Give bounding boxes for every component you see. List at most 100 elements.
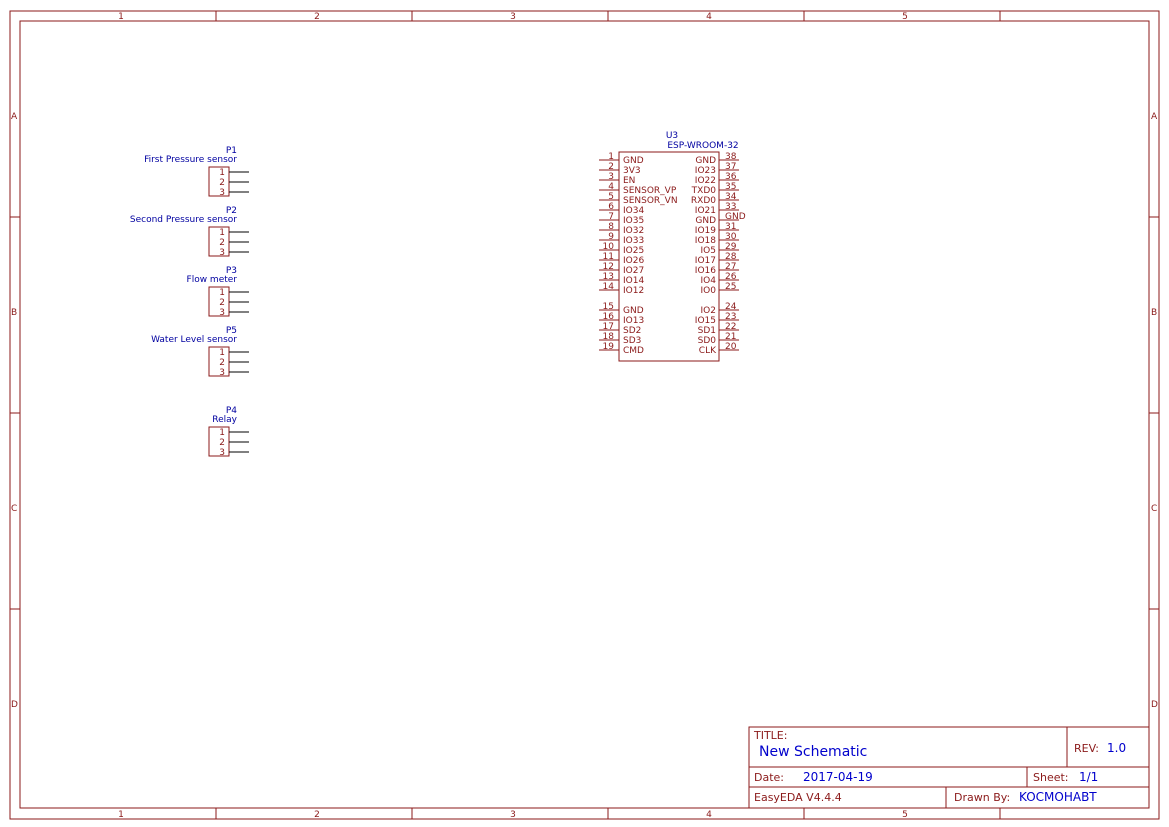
- row-label-right: A: [1151, 112, 1158, 122]
- connector-p5: P5Water Level sensor123: [151, 326, 249, 378]
- module-pin-label: IO27: [623, 266, 644, 276]
- date-value: 2017-04-19: [803, 770, 873, 784]
- module-pin-number: 10: [603, 242, 615, 252]
- module-pin-number: 30: [725, 232, 737, 242]
- connector-pin-number: 2: [219, 178, 225, 188]
- module-pin-label: IO21: [695, 206, 716, 216]
- module-pin-label: RXD0: [691, 196, 716, 206]
- title-label: TITLE:: [753, 729, 787, 742]
- drawn-by-value: KOCMOHABT: [1019, 790, 1097, 804]
- module-pin-label: IO12: [623, 286, 644, 296]
- module-pin-number: 2: [608, 162, 614, 172]
- module-pin-label: GND: [623, 306, 644, 316]
- module-pin-number: 12: [603, 262, 614, 272]
- column-label-bottom: 1: [118, 810, 124, 820]
- module-pin-number: 1: [608, 152, 614, 162]
- module-pin-label: TXD0: [691, 186, 717, 196]
- connector-name: Flow meter: [187, 275, 238, 285]
- module-pin-number: 4: [608, 182, 614, 192]
- column-label-top: 1: [118, 12, 124, 22]
- module-name: ESP-WROOM-32: [667, 141, 738, 151]
- inner-frame: [19, 20, 1150, 809]
- connector-pin-number: 3: [219, 448, 225, 458]
- module-pin-number: 13: [603, 272, 614, 282]
- connector-name: Second Pressure sensor: [130, 215, 237, 225]
- date-label: Date:: [754, 771, 784, 784]
- module-pin-label: IO15: [695, 316, 716, 326]
- module-pin-number: 33: [725, 202, 736, 212]
- module-pin-label: IO13: [623, 316, 644, 326]
- module-pin-label: IO25: [623, 246, 644, 256]
- module-pin-number: 27: [725, 262, 736, 272]
- module-pin-label: SENSOR_VN: [623, 196, 678, 206]
- module-designator: U3: [666, 131, 678, 141]
- module-pin-number: 37: [725, 162, 736, 172]
- module-pin-label: SD0: [698, 336, 717, 346]
- module-pin-number: 28: [725, 252, 737, 262]
- row-label-left: D: [11, 700, 18, 710]
- software-label: EasyEDA V4.4.4: [754, 791, 842, 804]
- rev-value: 1.0: [1107, 741, 1126, 755]
- module-pin-label: GND: [695, 156, 716, 166]
- connector-pin-number: 3: [219, 248, 225, 258]
- module-pin-label: IO16: [695, 266, 716, 276]
- module-pin-label: IO19: [695, 226, 716, 236]
- module-pin-label: IO34: [623, 206, 644, 216]
- column-label-top: 5: [902, 12, 908, 22]
- row-label-left: B: [11, 308, 17, 318]
- connector-p2: P2Second Pressure sensor123: [130, 206, 249, 258]
- module-pin-label: SD2: [623, 326, 641, 336]
- connector-pin-number: 2: [219, 358, 225, 368]
- row-label-left: C: [11, 504, 17, 514]
- module-pin-label: IO5: [701, 246, 716, 256]
- module-pin-number: 17: [603, 322, 614, 332]
- module-pin-label: IO23: [695, 166, 716, 176]
- module-pin-number: 26: [725, 272, 737, 282]
- connector-name: First Pressure sensor: [144, 155, 237, 165]
- module-pin-number: 15: [603, 302, 614, 312]
- outer-frame: [9, 10, 1160, 820]
- module-pin-number: 3: [608, 172, 614, 182]
- column-label-bottom: 3: [510, 810, 516, 820]
- row-label-right: B: [1151, 308, 1157, 318]
- rev-label: REV:: [1074, 742, 1099, 755]
- module-pin-label: IO26: [623, 256, 644, 266]
- row-label-right: C: [1151, 504, 1157, 514]
- module-pin-number: 31: [725, 222, 736, 232]
- module-pin-label: IO14: [623, 276, 644, 286]
- module-pin-label: CMD: [623, 346, 644, 356]
- title-value: New Schematic: [759, 744, 867, 760]
- module-pin-label: GND: [695, 216, 716, 226]
- module-pin-number: GND: [725, 212, 746, 222]
- module-pin-label: IO32: [623, 226, 644, 236]
- sheet-label: Sheet:: [1033, 771, 1069, 784]
- module-pin-number: 14: [603, 282, 615, 292]
- module-pin-number: 6: [608, 202, 614, 212]
- drawn-by-label: Drawn By:: [954, 791, 1010, 804]
- module-pin-label: SD3: [623, 336, 641, 346]
- column-label-bottom: 2: [314, 810, 320, 820]
- connector-pin-number: 3: [219, 308, 225, 318]
- module-pin-label: IO22: [695, 176, 716, 186]
- module-pin-label: SENSOR_VP: [623, 186, 677, 196]
- connector-p4: P4Relay123: [208, 406, 249, 458]
- column-label-top: 4: [706, 12, 712, 22]
- column-label-top: 2: [314, 12, 320, 22]
- column-label-top: 3: [510, 12, 516, 22]
- connector-pin-number: 1: [219, 348, 225, 358]
- module-pin-label: IO4: [701, 276, 717, 286]
- column-label-bottom: 5: [902, 810, 908, 820]
- connector-p1: P1First Pressure sensor123: [144, 146, 249, 198]
- module-pin-label: IO0: [701, 286, 717, 296]
- module-pin-number: 7: [608, 212, 614, 222]
- connector-pin-number: 1: [219, 228, 225, 238]
- module-pin-number: 8: [608, 222, 614, 232]
- column-ruler: [215, 11, 1001, 819]
- module-pin-label: SD1: [698, 326, 716, 336]
- module-pin-number: 29: [725, 242, 737, 252]
- module-pin-label: IO2: [701, 306, 716, 316]
- module-pin-number: 24: [725, 302, 737, 312]
- module-pin-number: 11: [603, 252, 614, 262]
- title-block: TITLE: New Schematic REV: 1.0 Date: 2017…: [748, 726, 1150, 809]
- connector-pin-number: 2: [219, 238, 225, 248]
